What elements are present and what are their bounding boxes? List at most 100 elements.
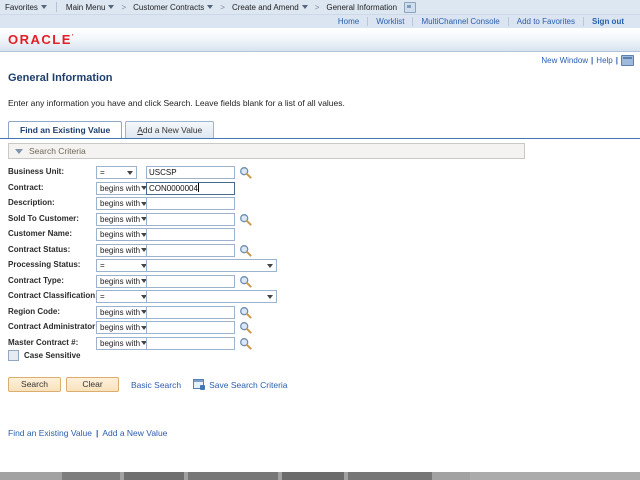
lookup-icon[interactable] — [239, 244, 252, 257]
field-label: Master Contract #: — [8, 337, 79, 347]
tab-add-a-new-value[interactable]: Add a New Value — [125, 121, 215, 138]
operator-value: begins with — [100, 307, 141, 317]
operator-select[interactable]: begins with — [96, 212, 151, 226]
field-row: Contract Status: begins with — [0, 243, 640, 258]
bottom-links: Find an Existing Value | Add a New Value — [8, 428, 167, 438]
lookup-icon[interactable] — [239, 321, 252, 334]
value-input[interactable] — [146, 243, 235, 257]
select-arrow-icon — [127, 170, 133, 175]
breadcrumb-chevron-icon: > — [121, 2, 127, 12]
operator-select[interactable]: = — [96, 259, 151, 272]
chevron-down-icon — [40, 5, 47, 9]
field-label: Sold To Customer: — [8, 213, 79, 223]
field-label: Region Code: — [8, 306, 60, 316]
operator-select[interactable]: begins with — [96, 305, 151, 319]
tab-find-an-existing-value[interactable]: Find an Existing Value — [8, 121, 123, 138]
bottom-links-separator: | — [95, 428, 99, 438]
header-link-add-to-favorites[interactable]: Add to Favorites — [507, 17, 583, 26]
favorites-label: Favorites — [5, 2, 38, 12]
save-search-icon-badge — [200, 385, 206, 390]
header-link-home[interactable]: Home — [330, 17, 367, 26]
tab-underline — [0, 138, 640, 139]
favorites-menu[interactable]: Favorites — [0, 0, 52, 14]
lookup-icon[interactable] — [239, 213, 252, 226]
action-row: Search Clear Basic Search Save Search Cr… — [8, 377, 288, 392]
operator-select[interactable]: begins with — [96, 321, 151, 334]
case-sensitive-checkbox[interactable] — [8, 350, 19, 361]
operator-select[interactable]: begins with — [96, 181, 151, 195]
field-label: Contract Status: — [8, 244, 71, 254]
operator-value: = — [100, 292, 105, 301]
tab-bar: Find an Existing Value Add a New Value — [8, 121, 217, 138]
operator-select[interactable]: = — [96, 166, 137, 179]
signout-button[interactable]: Sign out — [583, 17, 632, 26]
operator-value: begins with — [100, 338, 141, 348]
taskbar-segment — [348, 472, 432, 480]
lookup-icon[interactable] — [239, 337, 252, 350]
taskbar-segment — [62, 472, 120, 480]
header-links-bar: Home Worklist MultiChannel Console Add to F… — [0, 15, 640, 28]
value-input[interactable] — [146, 321, 235, 334]
breadcrumb-item-main-menu[interactable]: Main Menu — [61, 3, 120, 12]
field-label: Business Unit: — [8, 167, 65, 176]
field-label: Contract Classification: — [8, 291, 98, 300]
search-button[interactable]: Search — [8, 377, 61, 392]
breadcrumb-chevron-icon: > — [220, 2, 225, 12]
lookup-icon[interactable] — [239, 166, 252, 179]
field-label: Contract Type: — [8, 275, 64, 285]
operator-value: begins with — [100, 183, 141, 193]
value-input[interactable] — [146, 212, 235, 226]
operator-select[interactable]: begins with — [96, 336, 151, 350]
select-arrow-icon — [267, 294, 273, 299]
page-title: General Information — [8, 72, 113, 84]
header-links: Home Worklist MultiChannel Console Add to F… — [330, 17, 583, 26]
basic-search-link[interactable]: Basic Search — [131, 380, 181, 390]
header-link-worklist[interactable]: Worklist — [367, 17, 412, 26]
breadcrumb-item-create-and-amend[interactable]: Create and Amend — [227, 3, 313, 12]
bottom-link-find-an-existing-value[interactable]: Find an Existing Value — [8, 428, 92, 438]
value-input[interactable] — [146, 274, 235, 288]
chevron-down-icon — [108, 5, 115, 9]
breadcrumb-item-general-information[interactable]: General Information — [321, 1, 421, 13]
breadcrumb-item-label: Customer Contracts — [133, 2, 205, 12]
new-window-link[interactable]: New Window — [541, 56, 588, 65]
operator-select[interactable]: = — [96, 290, 151, 303]
field-row: Description: begins with — [0, 197, 640, 211]
value-input[interactable] — [146, 336, 235, 350]
help-link[interactable]: Help — [596, 56, 612, 65]
value-input[interactable] — [146, 197, 235, 210]
lookup-icon[interactable] — [239, 306, 252, 319]
field-row: Master Contract #: begins with — [0, 336, 640, 351]
operator-select[interactable]: begins with — [96, 197, 151, 210]
value-input[interactable]: CON0000004 — [146, 181, 235, 195]
breadcrumb-item-label: General Information — [326, 2, 398, 12]
field-row: Contract Classification: = — [0, 290, 640, 304]
operator-value: = — [100, 261, 105, 270]
page-utility-links: New Window | Help | — [541, 55, 634, 66]
search-criteria-header[interactable]: Search Criteria — [8, 143, 525, 159]
field-row: Sold To Customer: begins with — [0, 212, 640, 227]
operator-select[interactable]: begins with — [96, 274, 151, 288]
lookup-icon[interactable] — [239, 275, 252, 288]
header-link-multichannel-console[interactable]: MultiChannel Console — [412, 17, 507, 26]
bottom-link-add-a-new-value[interactable]: Add a New Value — [102, 428, 167, 438]
save-search-icon[interactable] — [193, 379, 206, 390]
field-label: Customer Name: — [8, 229, 73, 238]
taskbar-segment — [282, 472, 344, 480]
operator-select[interactable]: begins with — [96, 243, 151, 257]
value-select[interactable] — [146, 290, 277, 303]
operator-value: begins with — [100, 245, 141, 255]
value-input[interactable]: USCSP — [146, 166, 235, 179]
field-label: Contract Administrator: — [8, 322, 98, 331]
value-select[interactable] — [146, 259, 277, 272]
page-popup-icon[interactable] — [404, 1, 417, 13]
operator-value: begins with — [100, 214, 141, 224]
save-search-criteria-link[interactable]: Save Search Criteria — [209, 380, 287, 390]
breadcrumb-item-customer-contracts[interactable]: Customer Contracts — [128, 3, 218, 12]
clear-button[interactable]: Clear — [66, 377, 119, 392]
value-input[interactable] — [146, 305, 235, 319]
operator-select[interactable]: begins with — [96, 228, 151, 241]
instruction-text: Enter any information you have and click… — [8, 98, 345, 108]
value-input[interactable] — [146, 228, 235, 241]
personalize-page-icon[interactable] — [621, 55, 634, 66]
